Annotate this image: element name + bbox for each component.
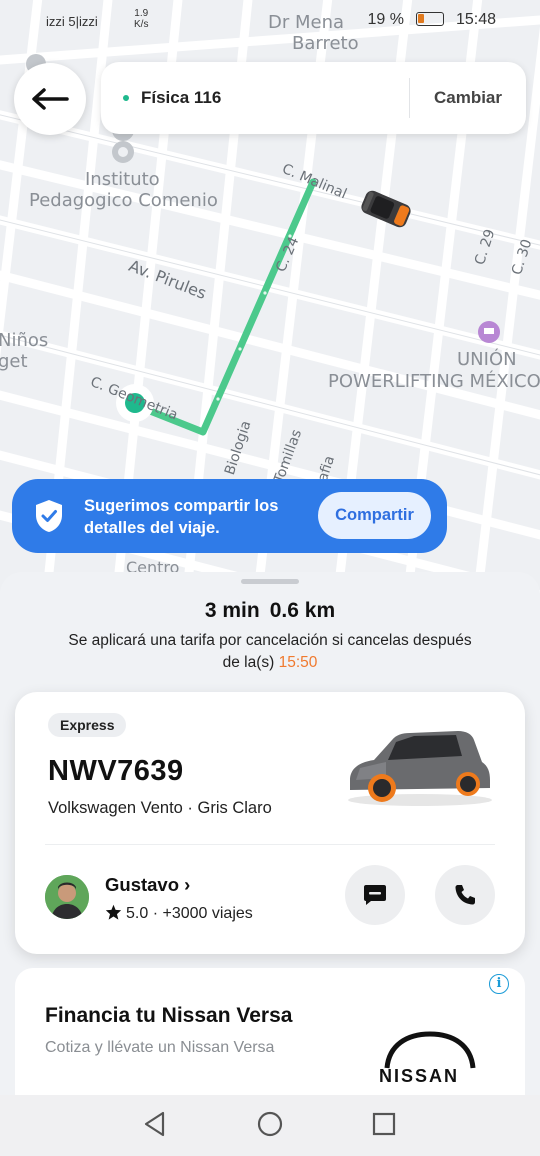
eta-time: 3 min: [204, 599, 260, 622]
cancellation-time: 15:50: [278, 654, 318, 671]
destination-card[interactable]: Física 116 Cambiar: [101, 62, 526, 134]
circle-home-icon: [257, 1111, 283, 1137]
driver-name[interactable]: Gustavo ›: [105, 874, 190, 896]
carrier-label: izzi 5|izzi: [46, 14, 98, 29]
speed-unit: K/s: [134, 19, 149, 30]
driver-card: Express NWV7639 Volkswagen Vento · Gris …: [15, 692, 525, 954]
license-plate: NWV7639: [48, 755, 184, 787]
map-label: get: [0, 351, 28, 372]
ad-subtitle: Cotiza y llévate un Nissan Versa: [45, 1039, 275, 1056]
share-trip-banner: Sugerimos compartir los detalles del via…: [12, 479, 447, 553]
driver-rating: 5.0 · +3000 viajes: [105, 904, 253, 923]
cancellation-note: Se aplicará una tarifa por cancelación s…: [60, 630, 480, 674]
divider: [45, 844, 495, 845]
ad-banner[interactable]: i Financia tu Nissan Versa Cotiza y llév…: [15, 968, 525, 1108]
sheet-drag-handle[interactable]: [241, 579, 299, 584]
avatar-image: [45, 875, 89, 919]
car-description: Volkswagen Vento · Gris Claro: [48, 799, 272, 817]
ad-logo-text: NISSAN: [379, 1066, 460, 1086]
share-button[interactable]: Compartir: [318, 492, 431, 539]
phone-icon: [455, 885, 475, 905]
network-speed: 1.9 K/s: [134, 8, 148, 30]
speed-value: 1.9: [134, 8, 149, 19]
nav-home-button[interactable]: [255, 1109, 285, 1139]
chevron-right-icon: ›: [184, 874, 191, 895]
service-badge: Express: [48, 713, 127, 737]
info-icon[interactable]: i: [489, 974, 509, 994]
divider: [409, 78, 410, 118]
map-label: UNIÓN: [457, 349, 517, 370]
destination-dot-icon: [123, 95, 129, 101]
poi-gym-icon: [478, 321, 500, 343]
map-label: POWERLIFTING MÉXICO: [328, 371, 540, 392]
back-button[interactable]: [14, 63, 86, 135]
nav-back-button[interactable]: [140, 1109, 170, 1139]
battery-percent: 19 %: [367, 11, 404, 28]
ad-title: Financia tu Nissan Versa: [45, 1004, 293, 1027]
call-button[interactable]: [435, 865, 495, 925]
share-message: Sugerimos compartir los detalles del via…: [84, 497, 279, 537]
rating-value: 5.0: [126, 905, 149, 922]
eta-summary: 3 min 0.6 km: [0, 599, 540, 623]
message-button[interactable]: [345, 865, 405, 925]
chat-icon: [364, 885, 386, 905]
clock: 15:48: [455, 11, 496, 28]
eta-distance: 0.6 km: [269, 599, 336, 622]
nissan-logo-icon: [384, 1031, 476, 1069]
triangle-back-icon: [144, 1111, 165, 1137]
map-label: Pedagogico Comenio: [29, 190, 218, 211]
map-label: Instituto: [85, 169, 160, 190]
shield-check-icon: [36, 500, 62, 532]
system-nav-bar: [0, 1095, 540, 1156]
destination-label: Física 116: [141, 88, 222, 107]
status-right: 19 % 15:48: [367, 11, 496, 29]
nav-recents-button[interactable]: [369, 1109, 399, 1139]
car-image: [348, 731, 492, 806]
map-label: Niños: [0, 330, 49, 351]
trip-count: · +3000 viajes: [152, 905, 253, 922]
status-bar: izzi 5|izzi 1.9 K/s 19 % 15:48: [0, 0, 540, 40]
square-recents-icon: [372, 1112, 396, 1136]
star-icon: [105, 904, 122, 920]
driver-name-text: Gustavo: [105, 874, 180, 895]
driver-avatar[interactable]: [45, 875, 89, 919]
change-destination-button[interactable]: Cambiar: [434, 88, 502, 108]
arrow-left-icon: [32, 88, 69, 110]
cancellation-text: Se aplicará una tarifa por cancelación s…: [68, 632, 472, 671]
